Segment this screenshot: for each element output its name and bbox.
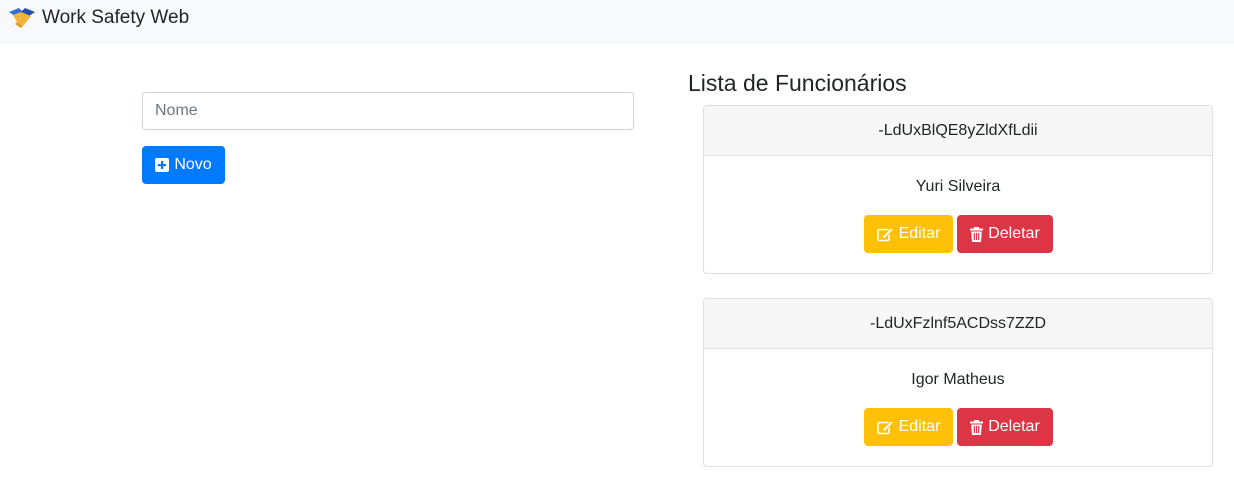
employee-name: Igor Matheus (911, 371, 1005, 388)
edit-button[interactable]: Editar (864, 215, 953, 253)
employee-name: Yuri Silveira (915, 178, 1001, 195)
employee-id: -LdUxFzlnf5ACDss7ZZD (704, 299, 1212, 349)
new-button[interactable]: Novo (142, 146, 225, 184)
edit-button-label: Editar (898, 418, 941, 435)
trash-icon (970, 226, 984, 242)
employee-card: -LdUxFzlnf5ACDss7ZZD Igor Matheus Editar… (703, 298, 1213, 467)
edit-button-label: Editar (898, 225, 941, 242)
edit-icon (876, 419, 894, 435)
delete-button[interactable]: Deletar (957, 408, 1053, 446)
edit-button[interactable]: Editar (864, 408, 953, 446)
plus-square-icon (155, 158, 170, 172)
trash-icon (970, 419, 984, 435)
handshake-icon[interactable] (7, 6, 37, 30)
brand-title[interactable]: Work Safety Web (42, 7, 189, 29)
list-title: Lista de Funcionários (688, 70, 907, 96)
edit-icon (876, 226, 894, 242)
navbar: Work Safety Web (0, 0, 1234, 44)
employee-card: -LdUxBlQE8yZldXfLdii Yuri Silveira Edita… (703, 105, 1213, 274)
delete-button-label: Deletar (988, 418, 1040, 435)
delete-button-label: Deletar (988, 225, 1040, 242)
delete-button[interactable]: Deletar (957, 215, 1053, 253)
new-button-label: Novo (174, 156, 212, 173)
name-input[interactable] (142, 92, 634, 130)
employee-id: -LdUxBlQE8yZldXfLdii (704, 106, 1212, 156)
